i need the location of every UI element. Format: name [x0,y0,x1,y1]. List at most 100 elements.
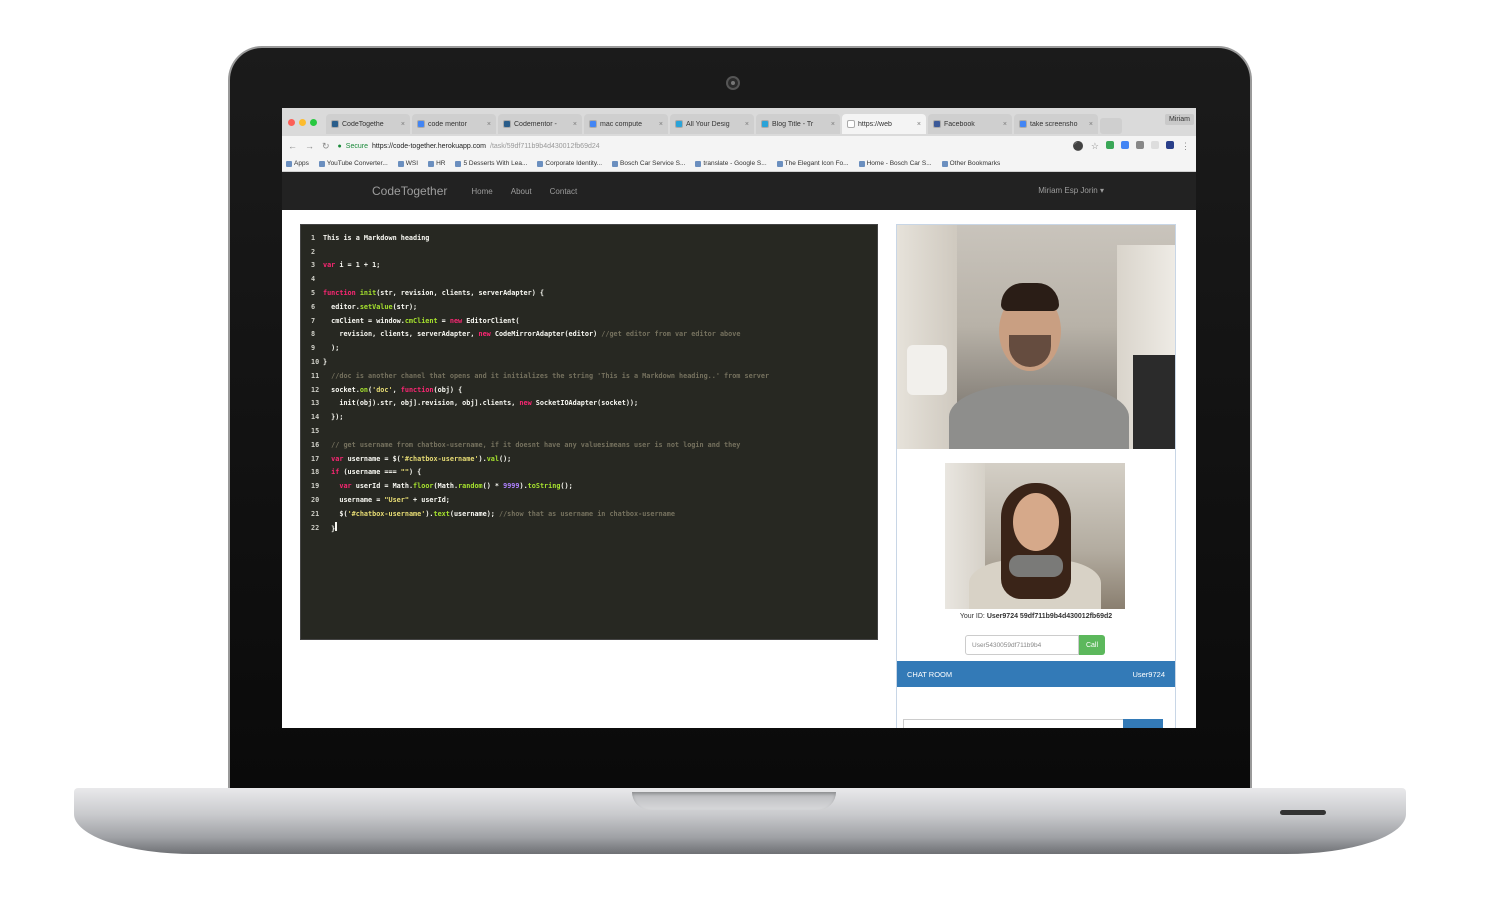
bookmark-item[interactable]: 5 Desserts With Lea... [455,160,527,167]
bookmark-item[interactable]: Home - Bosch Car S... [858,160,932,167]
close-tab-icon[interactable]: × [745,121,749,128]
brand-logo[interactable]: CodeTogether [372,184,447,198]
user-menu[interactable]: Miriam Esp Jorin ▾ [1038,186,1104,195]
bookmark-item[interactable]: Apps [286,160,309,167]
line-number: 16 [311,440,320,449]
bookmark-item[interactable]: WSI [397,160,418,167]
chat-message-input[interactable] [903,719,1125,728]
bookmark-label: Apps [294,160,309,167]
your-id-value: User9724 59df711b9b4d430012fb69d2 [986,613,1113,620]
browser-tab[interactable]: Codementor - × [498,114,582,134]
code-line: 17 var username = $('#chatbox-username')… [311,452,877,466]
webcam-icon [726,76,740,90]
code-line: 4 [311,272,877,286]
extension-icon[interactable] [1106,140,1114,149]
browser-tabs: CodeTogethe × code mentor × Codementor - × ma… [326,114,1122,134]
code-token: (username); [449,509,499,518]
chat-send-button[interactable] [1123,719,1163,728]
star-icon[interactable]: ☆ [1091,141,1099,152]
menu-icon[interactable]: ⋮ [1181,141,1190,152]
code-token: init(obj).str, obj].revision, obj].clien… [323,399,520,408]
bookmark-item[interactable]: Bosch Car Service S... [612,160,685,167]
extension-icon[interactable] [1166,140,1174,149]
favicon-icon [589,120,597,128]
extension-icon[interactable] [1121,140,1129,149]
browser-tab[interactable]: CodeTogethe × [326,114,410,134]
minimize-window-icon[interactable] [299,119,306,126]
favicon-icon [933,120,941,128]
code-token: (str, revision, clients, serverAdapter) … [376,289,544,298]
browser-tab[interactable]: mac compute × [584,114,668,134]
reload-icon[interactable]: ↻ [322,141,330,152]
bookmark-label: YouTube Converter... [326,160,388,167]
extension-icon[interactable] [1151,140,1159,149]
close-tab-icon[interactable]: × [917,121,921,128]
code-token: username = $( [347,454,401,463]
code-line: 15 [311,424,877,438]
close-tab-icon[interactable]: × [659,121,663,128]
address-bar[interactable]: ● Secure https://code-together.herokuapp… [338,143,1065,150]
extension-icon[interactable] [1136,140,1144,149]
extensions: ⚫ ☆ ⋮ [1073,140,1190,152]
bookmark-icon [455,160,462,167]
code-token: (username === [343,468,401,477]
code-token: init [359,289,377,298]
bookmark-item[interactable]: The Elegant Icon Fo... [776,160,849,167]
key-icon[interactable]: ⚫ [1073,141,1084,152]
laptop-lid-notch [632,792,836,810]
close-tab-icon[interactable]: × [1089,121,1093,128]
close-window-icon[interactable] [288,119,295,126]
url-path: /task/59df711b9b4d430012fb69d24 [490,142,600,150]
bookmark-item[interactable]: translate - Google S... [695,160,767,167]
browser-profile[interactable]: Miriam [1165,114,1194,125]
code-token: setValue [359,302,393,311]
code-token: revision, clients, serverAdapter, [323,330,479,339]
bookmark-item[interactable]: Other Bookmarks [941,160,1000,167]
browser-tab-label: mac compute [600,120,643,128]
browser-tab[interactable]: code mentor × [412,114,496,134]
local-video [945,463,1125,609]
close-tab-icon[interactable]: × [573,121,577,128]
nav-home[interactable]: Home [471,187,492,196]
new-tab-button[interactable] [1100,118,1122,134]
line-number: 4 [311,275,316,284]
bookmark-item[interactable]: HR [428,160,445,167]
browser-tab[interactable]: Blog Title - Tr × [756,114,840,134]
chat-room-title: CHAT ROOM [907,669,953,679]
browser-tab[interactable]: https://web × [842,114,926,134]
code-token: (obj) { [433,385,463,394]
url-host: https://code-together.herokuapp.com [371,142,486,150]
maximize-window-icon[interactable] [310,119,317,126]
code-token: editor. [323,302,360,311]
close-tab-icon[interactable]: × [831,121,835,128]
forward-icon[interactable]: → [305,141,314,151]
nav-contact[interactable]: Contact [550,187,578,196]
line-number: 20 [311,496,320,505]
close-tab-icon[interactable]: × [487,121,491,128]
nav-about[interactable]: About [511,187,532,196]
code-token: floor [413,482,434,491]
browser-tab[interactable]: All Your Desig × [670,114,754,134]
code-token: } [323,525,336,534]
code-editor[interactable]: 1 This is a Markdown heading 2 3 var i = 1 +… [300,224,878,640]
code-token: "" [400,468,409,477]
browser-tab[interactable]: Facebook × [928,114,1012,134]
call-button[interactable]: Call [1079,635,1105,655]
code-token: This is a Markdown heading [323,233,430,242]
browser-tab[interactable]: take screensho × [1014,114,1098,134]
back-icon[interactable]: ← [288,141,297,151]
code-token: (); [498,454,512,463]
call-id-input[interactable]: User5430059df711b9b4 [965,635,1079,655]
close-tab-icon[interactable]: × [1003,121,1007,128]
browser-tab-label: take screensho [1030,120,1078,128]
line-number: 1 [311,233,316,242]
close-tab-icon[interactable]: × [401,121,405,128]
laptop-slot [1280,810,1326,815]
bookmark-item[interactable]: Corporate Identity... [537,160,602,167]
favicon-icon [503,120,511,128]
laptop-screen: CodeTogethe × code mentor × Codementor - × ma… [282,108,1196,728]
line-number: 6 [311,302,316,311]
window-controls [288,119,317,126]
bookmark-item[interactable]: YouTube Converter... [318,160,388,167]
code-token: socket. [323,385,360,394]
